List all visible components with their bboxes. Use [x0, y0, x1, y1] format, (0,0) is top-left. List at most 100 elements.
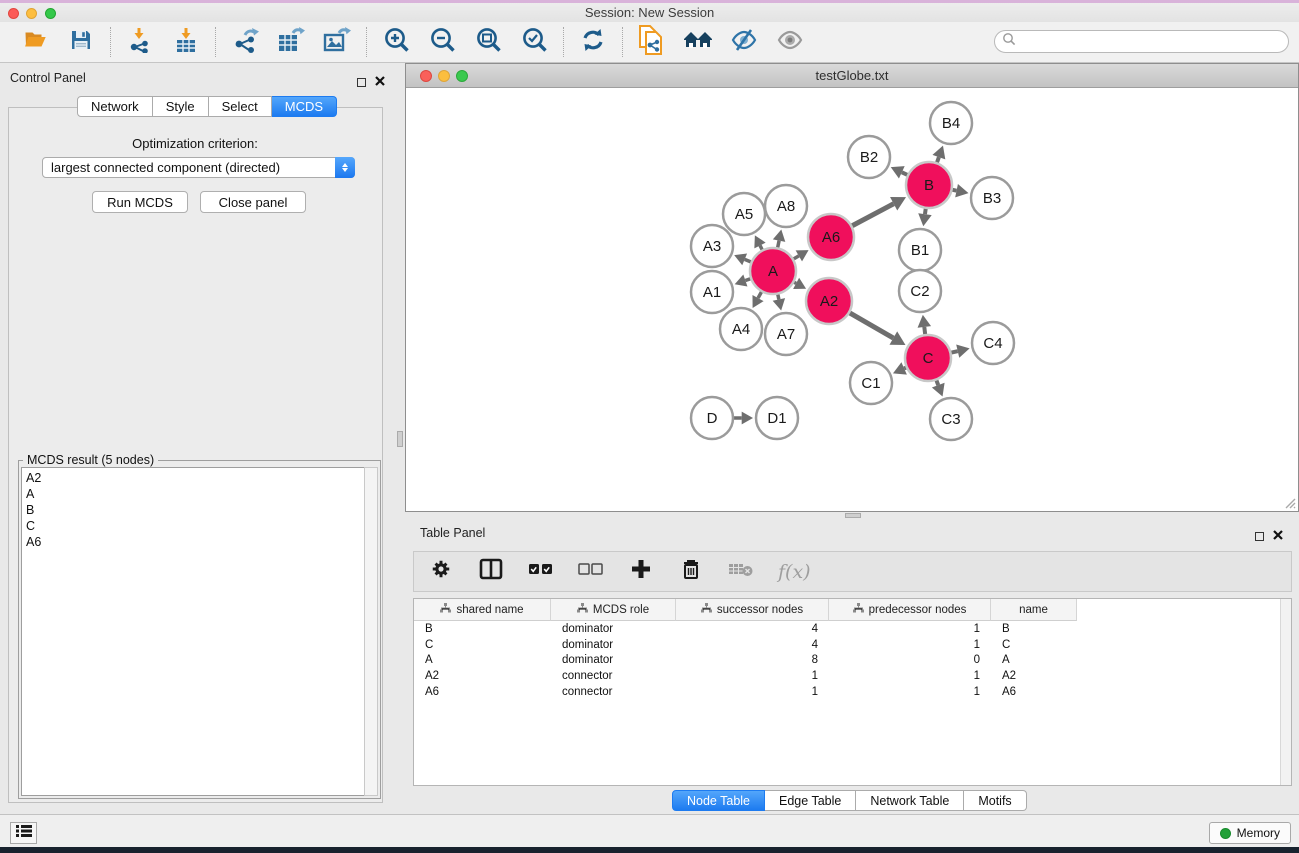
minimize-window-button[interactable]: [26, 8, 37, 19]
zoom-fit-button[interactable]: [473, 27, 503, 57]
refresh-button[interactable]: [578, 27, 608, 57]
graph-edge-B-B4[interactable]: [937, 157, 939, 162]
home-overview-button[interactable]: [683, 27, 713, 57]
export-image-button[interactable]: [322, 27, 352, 57]
zoom-in-button[interactable]: [381, 27, 411, 57]
graph-node-A2[interactable]: A2: [806, 278, 852, 324]
import-network-button[interactable]: [125, 27, 155, 57]
show-graphics-details-button[interactable]: [775, 27, 805, 57]
create-column-button[interactable]: [628, 559, 654, 585]
graph-node-B4[interactable]: B4: [930, 102, 972, 144]
graph-node-B2[interactable]: B2: [848, 136, 890, 178]
graph-node-D1[interactable]: D1: [756, 397, 798, 439]
network-document-button[interactable]: [637, 27, 667, 57]
graph-edge-A-A1[interactable]: [745, 279, 750, 281]
export-network-button[interactable]: [230, 27, 260, 57]
tab-node-table[interactable]: Node Table: [672, 790, 765, 811]
export-table-button[interactable]: [276, 27, 306, 57]
close-table-panel-icon[interactable]: [1273, 527, 1283, 545]
graph-node-D[interactable]: D: [691, 397, 733, 439]
close-panel-button[interactable]: Close panel: [200, 191, 306, 213]
open-session-button[interactable]: [20, 27, 50, 57]
table-row[interactable]: Adominator80A: [414, 653, 1291, 669]
select-all-columns-button[interactable]: [528, 559, 554, 585]
import-table-button[interactable]: [171, 27, 201, 57]
column-header-shared-name[interactable]: shared name: [414, 599, 551, 621]
graph-node-C[interactable]: C: [905, 335, 951, 381]
run-mcds-button[interactable]: Run MCDS: [92, 191, 188, 213]
graph-edge-A-A4[interactable]: [758, 292, 761, 298]
graph-edge-C-C3[interactable]: [936, 380, 938, 385]
mcds-result-item[interactable]: C: [26, 518, 364, 534]
table-row[interactable]: Bdominator41B: [414, 621, 1291, 637]
graph-node-C1[interactable]: C1: [850, 362, 892, 404]
tab-motifs[interactable]: Motifs: [964, 790, 1026, 811]
graph-edge-A6-B[interactable]: [852, 204, 893, 226]
close-panel-icon[interactable]: [375, 73, 385, 91]
graph-edge-C-C1[interactable]: [904, 368, 906, 369]
resize-grip-icon[interactable]: [1282, 495, 1296, 509]
graph-edge-B-B2[interactable]: [902, 172, 907, 175]
horizontal-split-handle[interactable]: [845, 513, 861, 518]
zoom-window-button[interactable]: [45, 8, 56, 19]
graph-node-B[interactable]: B: [906, 162, 952, 208]
mcds-result-scrollbar[interactable]: [364, 467, 378, 796]
table-settings-button[interactable]: [428, 559, 454, 585]
graph-node-A7[interactable]: A7: [765, 313, 807, 355]
graph-node-C2[interactable]: C2: [899, 270, 941, 312]
graph-edge-A-A7[interactable]: [778, 295, 779, 300]
tab-network-table[interactable]: Network Table: [856, 790, 964, 811]
column-header-predecessor-nodes[interactable]: predecessor nodes: [829, 599, 991, 621]
memory-button[interactable]: Memory: [1209, 822, 1291, 844]
node-table-header[interactable]: shared nameMCDS rolesuccessor nodesprede…: [414, 599, 1291, 621]
graph-node-A4[interactable]: A4: [720, 308, 762, 350]
search-field[interactable]: [994, 30, 1289, 53]
float-table-panel-icon[interactable]: [1255, 532, 1264, 541]
show-column-panel-button[interactable]: [478, 559, 504, 585]
graph-edge-C-C2[interactable]: [924, 327, 925, 334]
delete-column-button[interactable]: [678, 559, 704, 585]
graph-node-C4[interactable]: C4: [972, 322, 1014, 364]
table-row[interactable]: A6connector11A6: [414, 684, 1291, 700]
graph-node-A[interactable]: A: [750, 248, 796, 294]
network-graph-canvas[interactable]: B4B2BB3B1A5A8A6A3AA1A2C2A4A7C4CC1C3DD1: [407, 89, 1298, 511]
graph-edge-A2-C[interactable]: [850, 313, 894, 338]
tab-edge-table[interactable]: Edge Table: [765, 790, 856, 811]
graph-edge-A-A5[interactable]: [760, 245, 762, 249]
graph-edge-A-A8[interactable]: [778, 241, 779, 248]
optimization-criterion-select[interactable]: largest connected component (directed): [42, 157, 355, 178]
vertical-split-handle[interactable]: [397, 431, 403, 447]
tab-style[interactable]: Style: [153, 96, 209, 117]
float-panel-icon[interactable]: [357, 78, 366, 87]
tab-mcds[interactable]: MCDS: [272, 96, 337, 117]
search-input[interactable]: [1016, 33, 1288, 51]
graph-node-A3[interactable]: A3: [691, 225, 733, 267]
graph-node-A1[interactable]: A1: [691, 271, 733, 313]
graph-node-B1[interactable]: B1: [899, 229, 941, 271]
table-row[interactable]: Cdominator41C: [414, 637, 1291, 653]
graph-node-B3[interactable]: B3: [971, 177, 1013, 219]
graph-node-A5[interactable]: A5: [723, 193, 765, 235]
mcds-result-item[interactable]: A6: [26, 534, 364, 550]
table-row[interactable]: A2connector11A2: [414, 668, 1291, 684]
mcds-result-item[interactable]: A2: [26, 470, 364, 486]
graph-edge-B-B3[interactable]: [953, 190, 957, 191]
column-header-name[interactable]: name: [991, 599, 1077, 621]
mcds-result-list[interactable]: A2ABCA6: [21, 467, 364, 796]
node-table-body[interactable]: Bdominator41BCdominator41CAdominator80AA…: [414, 621, 1291, 700]
mcds-result-item[interactable]: B: [26, 502, 364, 518]
deselect-all-columns-button[interactable]: [578, 559, 604, 585]
tab-network[interactable]: Network: [77, 96, 153, 117]
network-window-titlebar[interactable]: testGlobe.txt: [406, 64, 1298, 88]
save-session-button[interactable]: [66, 27, 96, 57]
graph-edge-A-A2[interactable]: [794, 282, 796, 283]
function-builder-button[interactable]: f(x): [778, 559, 811, 585]
close-window-button[interactable]: [8, 8, 19, 19]
zoom-out-button[interactable]: [427, 27, 457, 57]
graph-edge-B-B1[interactable]: [925, 209, 926, 214]
delete-table-button[interactable]: [728, 559, 754, 585]
console-button[interactable]: [10, 822, 37, 844]
graph-edge-C-C4[interactable]: [951, 351, 957, 352]
network-close-button[interactable]: [420, 70, 432, 82]
network-zoom-button[interactable]: [456, 70, 468, 82]
